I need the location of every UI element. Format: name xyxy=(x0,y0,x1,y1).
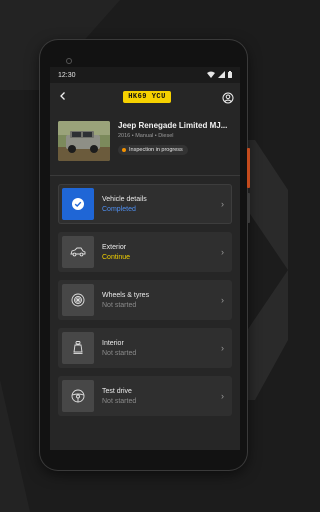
step-title: Wheels & tyres xyxy=(102,291,150,299)
step-title: Vehicle details xyxy=(102,195,147,203)
inspection-status-badge: Inspection in progress xyxy=(118,145,188,155)
back-arrow-icon[interactable] xyxy=(58,90,72,104)
status-icons xyxy=(207,70,232,80)
step-title: Interior xyxy=(102,339,124,347)
chevron-right-icon: › xyxy=(221,343,224,353)
step-status: Not started xyxy=(102,301,137,309)
license-plate: HK69 YCU xyxy=(123,91,171,103)
step-test-drive[interactable]: Test drive Not started › xyxy=(58,376,232,416)
check-icon xyxy=(62,188,94,220)
vehicle-title: Jeep Renegade Limited MJ... xyxy=(118,121,228,130)
inspection-status-text: Inspection in progress xyxy=(129,147,183,153)
status-dot-icon xyxy=(122,148,126,152)
app-screen: 12:30 HK69 YCU Jeep Renegade Limited MJ.… xyxy=(50,67,240,450)
step-status: Completed xyxy=(102,205,136,213)
wifi-icon xyxy=(207,71,215,80)
chevron-right-icon: › xyxy=(221,391,224,401)
status-bar: 12:30 xyxy=(50,67,240,83)
step-wheels-tyres[interactable]: Wheels & tyres Not started › xyxy=(58,280,232,320)
step-vehicle-details[interactable]: Vehicle details Completed › xyxy=(58,184,232,224)
profile-icon[interactable] xyxy=(222,91,234,104)
volume-button xyxy=(247,193,250,223)
vehicle-photo xyxy=(58,121,110,161)
divider xyxy=(50,175,240,176)
inspection-steps: Vehicle details Completed › Exterior Con… xyxy=(50,184,240,416)
chevron-right-icon: › xyxy=(221,199,224,209)
vehicle-info: Jeep Renegade Limited MJ... 2016 • Manua… xyxy=(118,121,232,161)
signal-icon xyxy=(218,70,225,80)
app-bar: HK69 YCU xyxy=(50,83,240,111)
steering-wheel-icon xyxy=(62,380,94,412)
battery-icon xyxy=(228,70,232,80)
chevron-right-icon: › xyxy=(221,295,224,305)
step-title: Test drive xyxy=(102,387,132,395)
step-title: Exterior xyxy=(102,243,127,251)
seat-icon xyxy=(62,332,94,364)
vehicle-specs: 2016 • Manual • Diesel xyxy=(118,133,174,139)
camera-icon xyxy=(66,58,72,64)
step-exterior[interactable]: Exterior Continue › xyxy=(58,232,232,272)
step-status: Continue xyxy=(102,253,131,261)
step-interior[interactable]: Interior Not started › xyxy=(58,328,232,368)
vehicle-summary: Jeep Renegade Limited MJ... 2016 • Manua… xyxy=(50,111,240,161)
car-icon xyxy=(62,236,94,268)
power-button xyxy=(247,148,250,188)
step-status: Not started xyxy=(102,397,137,405)
status-time: 12:30 xyxy=(58,71,76,79)
step-status: Not started xyxy=(102,349,137,357)
chevron-right-icon: › xyxy=(221,247,224,257)
wheel-icon xyxy=(62,284,94,316)
